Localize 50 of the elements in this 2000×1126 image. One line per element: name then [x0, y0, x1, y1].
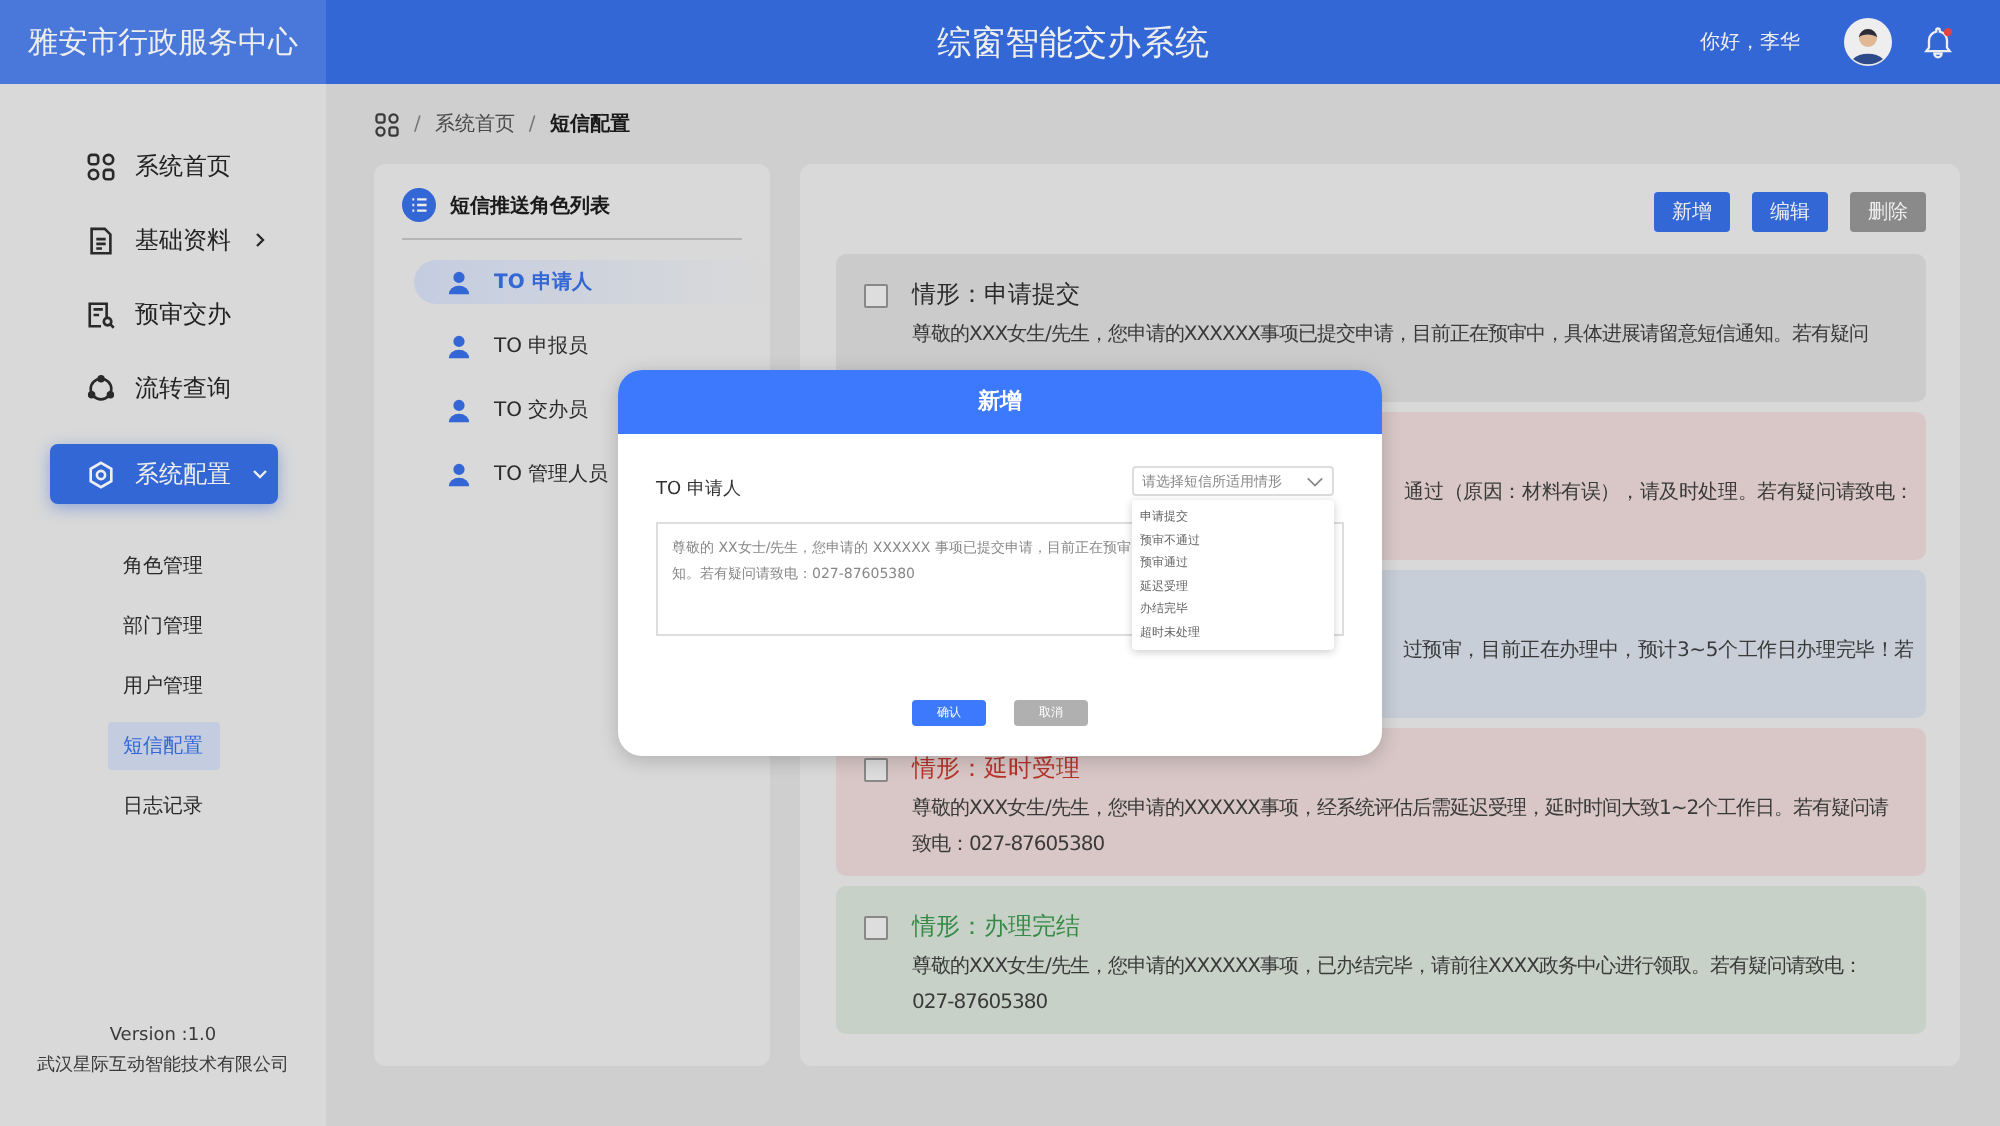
person-icon: [446, 333, 472, 359]
toolbar-button[interactable]: 新增: [1654, 192, 1730, 232]
avatar-icon[interactable]: [1844, 18, 1892, 66]
card-title: 情形：办理完结: [912, 910, 1080, 944]
user-greeting: 你好，李华: [1700, 29, 1800, 56]
menu-item[interactable]: 系统配置: [49, 444, 277, 504]
dialog-title: 新增: [618, 370, 1382, 434]
submenu-item[interactable]: 角色管理: [107, 542, 219, 590]
menu-item[interactable]: 流转查询: [49, 358, 277, 418]
card-message: 尊敬的XXX女生/先生，您申请的XXXXXX事项已提交申请，目前正在预审中，具体进展请留意短信通知。若有疑问: [910, 321, 1871, 350]
grid-icon: [85, 151, 115, 181]
settings-icon: [85, 459, 115, 489]
bell-icon[interactable]: [1920, 24, 1956, 60]
panel-title: 短信推送角色列表: [450, 193, 610, 219]
menu-item[interactable]: 系统首页: [49, 136, 277, 196]
version-label: Version :1.0: [107, 1024, 219, 1050]
card-message: 尊敬的XXX女生/先生，您申请的XXXXXX事项，已办结完毕，请前往XXXX政务中心进行领取。若有疑问请致电：027-87605380: [910, 953, 1864, 1018]
checkbox[interactable]: [864, 757, 888, 781]
org-name: 雅安市行政服务中心: [0, 0, 326, 84]
card-message: 尊敬的XXX女生/先生，您申请的XXXXXX事项，经系统评估后需延迟受理，延时时间大致1~2个工作日。若有疑问请致电：027-87605380: [910, 795, 1891, 860]
role-item[interactable]: TO 申报员: [414, 324, 770, 368]
system-title: 综窗智能交办系统: [935, 21, 1211, 65]
document-icon: [85, 225, 115, 255]
person-icon: [446, 269, 472, 295]
breadcrumb-separator: /: [414, 113, 421, 135]
breadcrumb-link[interactable]: 短信配置: [549, 110, 630, 138]
submenu-item[interactable]: 日志记录: [107, 782, 219, 830]
menu-item[interactable]: 预审交办: [49, 284, 277, 344]
person-icon: [446, 461, 472, 487]
submenu-item[interactable]: 部门管理: [107, 602, 219, 650]
role-label: TO 申请人: [656, 480, 741, 500]
person-icon: [446, 397, 472, 423]
submenu-item[interactable]: 短信配置: [107, 722, 219, 770]
chevron-icon: [1306, 475, 1324, 487]
card-message: 通过（原因：材料有误），请及时处理。若有疑问请致电：: [1404, 479, 1914, 508]
menu-item[interactable]: 基础资料: [49, 210, 277, 270]
submenu-item[interactable]: 用户管理: [107, 662, 219, 710]
toolbar-button[interactable]: 编辑: [1752, 192, 1828, 232]
cycle-icon: [85, 373, 115, 403]
breadcrumb-separator: /: [528, 113, 536, 135]
checkbox[interactable]: [864, 915, 888, 939]
card-title: 情形：申请提交: [912, 278, 1080, 312]
card-title: 情形：延时受理: [912, 752, 1080, 786]
card-message: 过预审，目前正在办理中，预计3~5个工作日办理完毕！若: [1402, 637, 1914, 666]
grid-icon[interactable]: [374, 111, 400, 137]
list-icon: [402, 188, 436, 222]
checkbox[interactable]: [864, 283, 888, 307]
company-name: 武汉星际互动智能技术有限公司: [35, 1053, 291, 1080]
breadcrumb-link[interactable]: 系统首页: [434, 110, 515, 138]
review-icon: [85, 299, 115, 329]
